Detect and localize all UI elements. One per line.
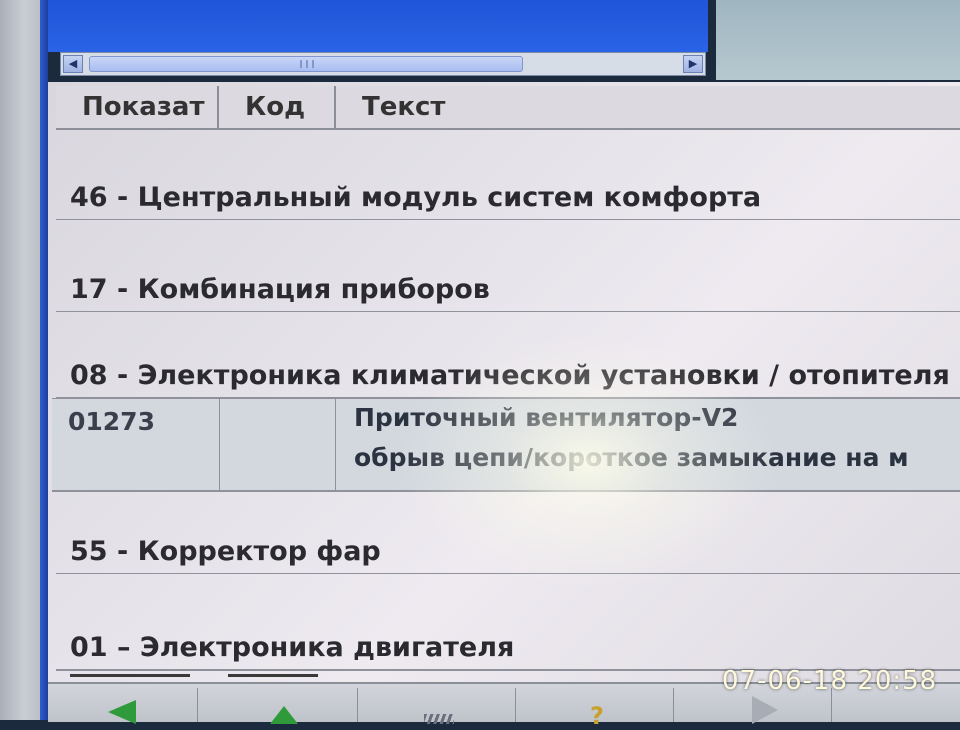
column-header-code[interactable]: Код xyxy=(219,86,336,128)
upper-list-panel xyxy=(48,0,708,52)
horizontal-scrollbar[interactable]: ◀ ▶ xyxy=(60,52,706,76)
help-button[interactable]: ? xyxy=(524,688,674,730)
group-title: 46 - Центральный модуль систем комфорта xyxy=(70,182,762,213)
table-header: Показат Код Текст xyxy=(56,86,960,130)
group-title: 17 - Комбинация приборов xyxy=(70,274,490,305)
window-border xyxy=(40,0,48,720)
back-button[interactable] xyxy=(48,688,198,724)
group-title: 55 - Корректор фар xyxy=(70,536,381,567)
fault-row[interactable]: 01273 Приточный вентилятор-V2 обрыв цепи… xyxy=(52,398,960,492)
scroll-right-button[interactable]: ▶ xyxy=(683,55,703,73)
column-header-show[interactable]: Показат xyxy=(56,86,219,128)
scroll-left-button[interactable]: ◀ xyxy=(63,55,83,73)
edit-icon xyxy=(424,714,454,724)
scroll-grip-icon xyxy=(300,60,314,68)
fault-code: 01273 xyxy=(68,407,155,436)
monitor-bezel xyxy=(0,0,44,720)
fault-text-cell: Приточный вентилятор-V2 обрыв цепи/корот… xyxy=(336,399,960,491)
side-panel xyxy=(716,0,960,80)
photo-timestamp: 07-06-18 20:58 xyxy=(722,666,938,696)
edit-button[interactable] xyxy=(366,688,516,724)
fault-detail: обрыв цепи/короткое замыкание на м xyxy=(354,443,909,472)
column-header-text[interactable]: Текст xyxy=(336,86,960,128)
scroll-thumb[interactable] xyxy=(89,56,523,72)
group-title: 01 – Электроника двигателя xyxy=(70,632,515,663)
up-button[interactable] xyxy=(208,688,358,724)
group-row[interactable]: 17 - Комбинация приборов xyxy=(56,220,960,312)
group-title: 08 - Электроника климатической установки… xyxy=(70,360,950,391)
group-row[interactable]: 46 - Центральный модуль систем комфорта xyxy=(56,130,960,220)
fault-description: Приточный вентилятор-V2 xyxy=(354,403,739,432)
group-row[interactable]: 55 - Корректор фар xyxy=(56,492,960,574)
arrow-up-icon xyxy=(270,706,298,724)
group-row[interactable]: 01 – Электроника двигателя xyxy=(56,574,960,670)
help-icon: ? xyxy=(590,702,604,730)
fault-status-cell xyxy=(220,399,336,491)
fault-code-cell: 01273 xyxy=(52,399,220,491)
group-row[interactable]: 08 - Электроника климатической установки… xyxy=(56,312,960,398)
arrow-left-icon xyxy=(108,700,136,724)
fault-codes-table: Показат Код Текст 46 - Центральный модул… xyxy=(48,82,960,682)
